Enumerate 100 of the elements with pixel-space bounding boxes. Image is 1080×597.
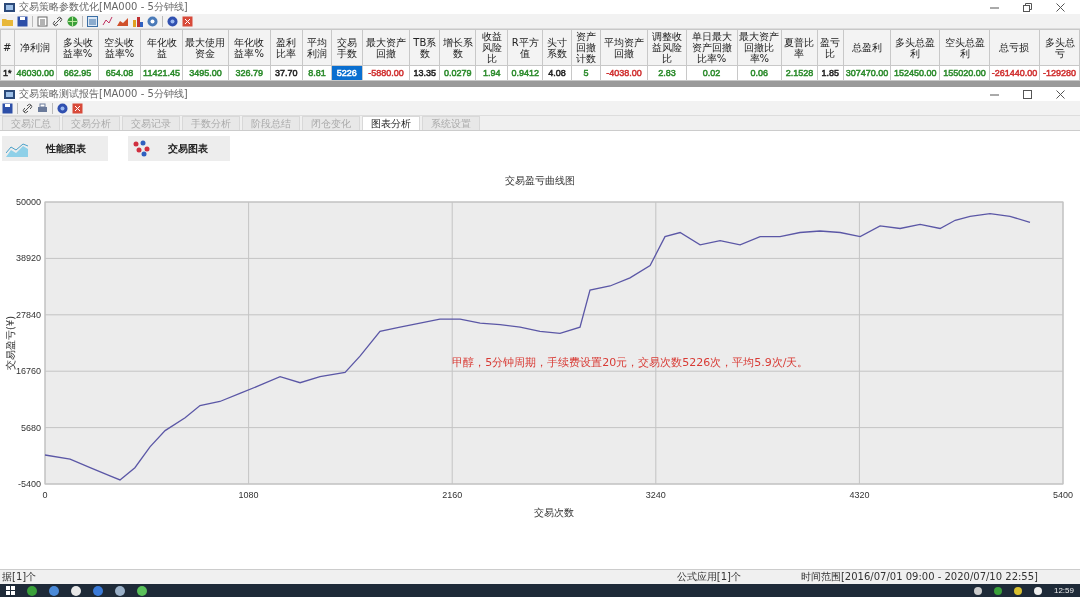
tray-icon[interactable] — [1013, 586, 1022, 595]
table-cell: 0.0279 — [439, 65, 476, 81]
table-cell: 37.70 — [270, 65, 303, 81]
column-header: 多头收益率% — [56, 29, 99, 66]
restore-icon[interactable] — [1022, 1, 1033, 13]
close-icon[interactable] — [1055, 88, 1066, 100]
column-header: 空头收益率% — [98, 29, 141, 66]
column-header: 夏普比率 — [781, 29, 818, 66]
axis-tick-label: 38920 — [15, 253, 41, 264]
column-header: 最大使用资金 — [182, 29, 229, 66]
column-header: 头寸系数 — [542, 29, 572, 66]
axis-tick-label: 4320 — [849, 490, 870, 500]
column-header: 资产回撤计数 — [571, 29, 601, 66]
column-header: 总盈利 — [843, 29, 891, 66]
column-header: R平方值 — [507, 29, 543, 66]
column-header: 调整收益风险比 — [647, 29, 687, 66]
app-icon — [4, 1, 15, 13]
maximize-icon[interactable] — [1022, 88, 1033, 100]
axis-tick-label: 16760 — [15, 366, 41, 377]
exit-icon[interactable] — [72, 102, 83, 114]
tray-icon[interactable] — [1033, 586, 1042, 595]
column-header: TB系数 — [409, 29, 440, 66]
exit-icon[interactable] — [182, 15, 193, 27]
bar-chart-icon[interactable] — [132, 15, 143, 27]
axis-tick-label: -5400 — [17, 479, 41, 489]
table-cell: 307470.00 — [843, 65, 891, 81]
table-cell: -129280 — [1039, 65, 1080, 81]
status-text: 据[1]个 — [2, 570, 38, 584]
windows-start-icon[interactable] — [6, 586, 15, 595]
table-cell: 2.1528 — [781, 65, 818, 81]
column-header: 平均利润 — [302, 29, 332, 66]
disc-icon[interactable] — [147, 15, 158, 27]
document-icon[interactable] — [37, 15, 48, 27]
chart-type-button[interactable]: 性能图表 — [2, 136, 108, 161]
scatter-chart-icon — [132, 140, 150, 157]
table-cell: -5880.00 — [362, 65, 410, 81]
table-cell: 4.08 — [542, 65, 572, 81]
column-header: 增长系数 — [439, 29, 476, 66]
table-cell: 13.35 — [409, 65, 440, 81]
table-cell: 46030.00 — [14, 65, 57, 81]
table-cell: 5 — [571, 65, 601, 81]
axis-tick-label: 5400 — [1053, 490, 1073, 500]
table-cell: 0.06 — [737, 65, 782, 81]
taskbar-app-icon[interactable] — [71, 585, 81, 596]
column-header: 多头总盈利 — [890, 29, 940, 66]
taskbar-clock[interactable]: 12:59 — [1053, 586, 1074, 595]
table-cell: 2.83 — [647, 65, 687, 81]
table-cell: 326.79 — [228, 65, 271, 81]
axis-tick-label: 50000 — [15, 197, 41, 207]
chart-type-button[interactable]: 交易图表 — [128, 136, 230, 161]
status-text: 时间范围[2016/07/01 09:00 - 2020/07/10 22:55] — [800, 570, 1038, 584]
link-icon[interactable] — [52, 15, 63, 27]
column-header: 交易手数 — [331, 29, 363, 66]
axis-tick-label: 3240 — [645, 490, 666, 500]
list-icon[interactable] — [87, 15, 98, 27]
save-icon[interactable] — [17, 15, 28, 27]
column-header: 年化收益率% — [228, 29, 271, 66]
table-cell: 1.85 — [817, 65, 844, 81]
tray-icon[interactable] — [973, 586, 982, 595]
axis-tick-label: 0 — [42, 490, 48, 500]
axis-tick-label: 5680 — [20, 422, 41, 433]
link-icon[interactable] — [22, 102, 33, 114]
app-icon — [4, 88, 15, 100]
column-header: 空头总盈利 — [939, 29, 990, 66]
column-header: 盈亏比 — [817, 29, 844, 66]
table-cell: 8.81 — [302, 65, 332, 81]
area-chart-icon — [6, 140, 28, 157]
tab[interactable]: 图表分析 — [362, 116, 420, 130]
table-cell: 1.94 — [475, 65, 508, 81]
table-cell: 654.08 — [98, 65, 141, 81]
column-header: 收益风险比 — [475, 29, 508, 66]
taskbar-app-icon[interactable] — [115, 585, 125, 596]
table-cell: 3495.00 — [182, 65, 229, 81]
table-cell: 152450.00 — [890, 65, 940, 81]
globe-icon[interactable] — [67, 15, 78, 27]
column-header: 总亏损 — [989, 29, 1040, 66]
table-cell: 0.02 — [686, 65, 737, 81]
help-icon[interactable] — [57, 102, 68, 114]
line-chart-icon[interactable] — [102, 15, 113, 27]
axis-title: 交易盈亏(¥) — [5, 315, 16, 371]
chart-annotation: 甲醇，5分钟周期，手续费设置20元，交易次数5226次，平均5.9次/天。 — [452, 355, 809, 369]
table-cell: -261440.00 — [989, 65, 1040, 81]
table-cell: 11421.45 — [140, 65, 183, 81]
close-icon[interactable] — [1055, 1, 1066, 13]
axis-tick-label: 27840 — [15, 309, 41, 320]
axis-title: 交易次数 — [534, 507, 574, 518]
column-header: 最大资产回撤 — [362, 29, 410, 66]
column-header: 年化收益 — [140, 29, 183, 66]
table-cell: 0.9412 — [507, 65, 543, 81]
column-header: 最大资产回撤比率% — [737, 29, 782, 66]
table-cell: 155020.00 — [939, 65, 990, 81]
print-icon[interactable] — [37, 102, 48, 114]
taskbar-app-icon[interactable] — [137, 585, 147, 596]
save-icon[interactable] — [2, 102, 13, 114]
axis-tick-label: 2160 — [442, 490, 463, 500]
column-header: 单日最大资产回撤比率% — [686, 29, 737, 66]
column-header: # — [0, 29, 14, 66]
help-icon[interactable] — [167, 15, 178, 27]
status-text: 公式应用[1]个 — [676, 570, 741, 584]
chart-title: 交易盈亏曲线图 — [505, 175, 575, 186]
